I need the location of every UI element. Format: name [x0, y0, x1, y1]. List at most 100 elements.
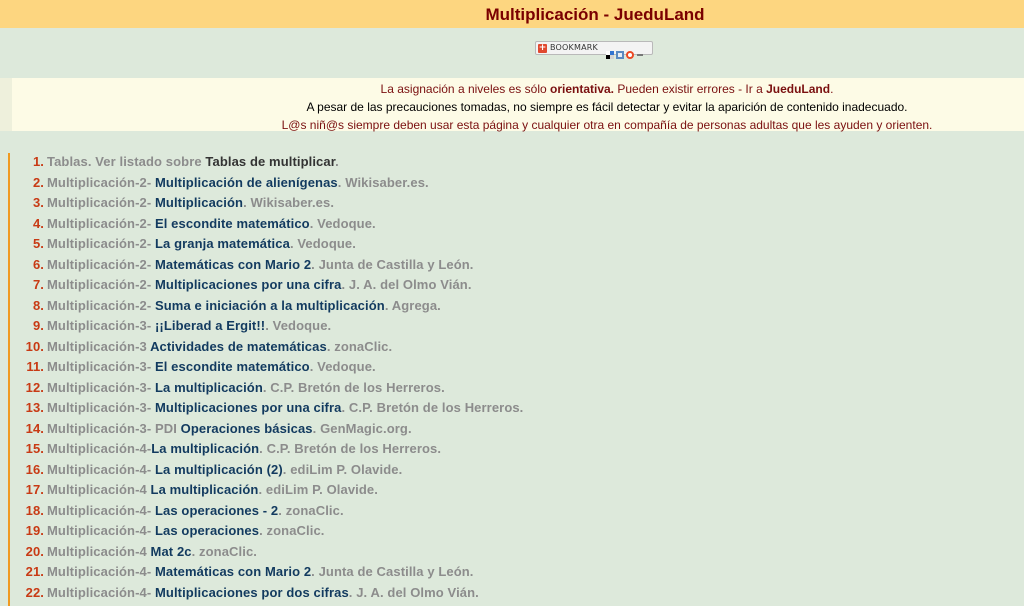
item-category: Multiplicación-2-: [47, 297, 155, 313]
item-category: Multiplicación-3-: [47, 318, 155, 333]
notice-text: Pueden existir errores - Ir a: [614, 82, 767, 96]
item-source: . Vedoque.: [289, 236, 356, 251]
item-text: Multiplicación-4- Las operaciones. zonaC…: [47, 523, 324, 538]
item-category: Multiplicación-4-: [47, 461, 155, 477]
bookmark-label: BOOKMARK: [550, 43, 598, 52]
bookmark-button[interactable]: + BOOKMARK: [535, 41, 653, 59]
add-icon: +: [538, 43, 547, 53]
item-source: . Vedoque.: [265, 318, 332, 333]
item-source: . Vedoque.: [309, 215, 376, 231]
item-text: Multiplicación-4- Matemáticas con Mario …: [47, 564, 474, 579]
item-source: . ediLim P. Olavide.: [282, 461, 403, 477]
resource-link[interactable]: Suma e iniciación a la multiplicación: [155, 298, 385, 313]
item-text: Multiplicación-2- Matemáticas con Mario …: [47, 257, 474, 272]
item-category: Multiplicación-3- PDI: [47, 420, 181, 436]
item-text: Tablas. Ver listado sobre Tablas de mult…: [47, 154, 339, 169]
item-number: 7.: [32, 277, 44, 292]
item-text: Multiplicación-2- Multiplicaciones por u…: [47, 277, 472, 292]
item-category: Multiplicación-4-: [47, 441, 152, 456]
item-source: . J. A. del Olmo Vián.: [341, 277, 472, 292]
notice-text: .: [830, 82, 834, 96]
resource-link[interactable]: Actividades de matemáticas: [150, 339, 327, 354]
item-source: . C.P. Bretón de los Herreros.: [262, 379, 445, 395]
resource-link[interactable]: Multiplicaciones por dos cifras: [155, 585, 349, 600]
resource-link[interactable]: El escondite matemático: [155, 359, 310, 374]
item-number: 21.: [25, 564, 44, 579]
resource-link[interactable]: El escondite matemático: [155, 216, 310, 231]
item-number: 9.: [32, 318, 44, 333]
item-source: . Wikisaber.es.: [243, 195, 335, 210]
resource-link[interactable]: La granja matemática: [155, 236, 290, 251]
item-number: 14.: [25, 420, 44, 436]
item-number: 4.: [32, 215, 44, 231]
resource-link[interactable]: Tablas de multiplicar: [205, 154, 335, 169]
item-source: . Junta de Castilla y León.: [311, 564, 474, 579]
item-source: . zonaClic.: [326, 338, 393, 354]
item-number: 11.: [26, 359, 44, 374]
page-title: Multiplicación - JueduLand: [485, 5, 705, 24]
item-category: Multiplicación-2-: [47, 236, 155, 251]
title-bar: Multiplicación - JueduLand: [0, 0, 1024, 28]
more-icon: [636, 44, 644, 56]
item-number: 10.: [25, 338, 44, 354]
item-text: Multiplicación-2- Multiplicación de alie…: [47, 175, 429, 190]
resource-link[interactable]: La multiplicación: [155, 380, 263, 395]
resource-link[interactable]: Multiplicación: [155, 195, 243, 210]
resource-link[interactable]: Operaciones básicas: [181, 421, 313, 436]
item-category: Multiplicación-3-: [47, 379, 155, 395]
item-number: 18.: [25, 502, 44, 518]
item-text: Multiplicación-3- Multiplicaciones por u…: [47, 400, 523, 415]
item-number: 17.: [25, 482, 44, 497]
item-category: Multiplicación-4-: [47, 502, 155, 518]
resource-link[interactable]: La multiplicación: [151, 482, 259, 497]
item-source: . zonaClic.: [278, 502, 344, 518]
item-number: 16.: [25, 461, 44, 477]
item-category: Tablas. Ver listado sobre: [47, 154, 206, 169]
resource-link[interactable]: Multiplicaciones por una cifra: [155, 400, 341, 415]
item-category: Multiplicación-4-: [47, 584, 155, 600]
juedu-land-link[interactable]: JueduLand: [766, 82, 830, 96]
notice-line-2: A pesar de las precauciones tomadas, no …: [306, 100, 908, 114]
item-source: . Wikisaber.es.: [337, 174, 429, 190]
item-source: . Vedoque.: [309, 359, 376, 374]
resource-link[interactable]: Mat 2c: [151, 544, 192, 559]
item-number: 22.: [25, 584, 44, 600]
item-category: Multiplicación-4-: [47, 523, 155, 538]
notice-line-3: L@s niñ@s siempre deben usar esta página…: [281, 118, 933, 132]
item-number: 19.: [25, 523, 44, 538]
item-category: Multiplicación-2-: [47, 256, 155, 272]
item-text: Multiplicación-3 Actividades de matemáti…: [47, 339, 392, 354]
resource-link[interactable]: Las operaciones: [155, 523, 259, 538]
resource-link[interactable]: La multiplicación (2): [155, 462, 283, 477]
item-number: 13.: [25, 400, 44, 415]
list-accent-line: [8, 153, 10, 606]
item-source: .: [335, 154, 339, 169]
resource-link[interactable]: Multiplicaciones por una cifra: [155, 277, 341, 292]
item-source: . C.P. Bretón de los Herreros.: [259, 441, 442, 456]
digg-icon: [616, 44, 624, 59]
resource-link[interactable]: Multiplicación de alienígenas: [155, 175, 338, 190]
stumbleupon-icon: [626, 44, 634, 59]
item-category: Multiplicación-2-: [47, 215, 155, 231]
item-source: . Agrega.: [384, 297, 441, 313]
resource-link[interactable]: La multiplicación: [151, 441, 259, 456]
item-number: 6.: [32, 256, 44, 272]
delicious-icon: [606, 44, 614, 59]
notice-box: La asignación a niveles es sólo orientat…: [0, 78, 1024, 132]
item-source: . ediLim P. Olavide.: [258, 482, 378, 497]
item-source: . Junta de Castilla y León.: [311, 256, 474, 272]
resource-link[interactable]: ¡¡Liberad a Ergit!!: [155, 318, 265, 333]
item-number: 8.: [32, 297, 44, 313]
item-text: Multiplicación-3- ¡¡Liberad a Ergit!!. V…: [47, 318, 331, 333]
item-number: 5.: [32, 236, 44, 251]
item-text: Multiplicación-2- Multiplicación. Wikisa…: [47, 195, 334, 210]
item-category: Multiplicación-4-: [47, 564, 155, 579]
resource-link[interactable]: Matemáticas con Mario 2: [155, 564, 311, 579]
item-text: Multiplicación-3- PDI Operaciones básica…: [47, 421, 412, 436]
resource-link[interactable]: Matemáticas con Mario 2: [155, 257, 311, 272]
item-text: Multiplicación-2- La granja matemática. …: [47, 236, 356, 251]
resource-link[interactable]: Las operaciones - 2: [155, 503, 278, 518]
item-text: Multiplicación-4 La multiplicación. ediL…: [47, 482, 378, 497]
item-category: Multiplicación-2-: [47, 195, 155, 210]
item-number: 20.: [25, 543, 44, 559]
